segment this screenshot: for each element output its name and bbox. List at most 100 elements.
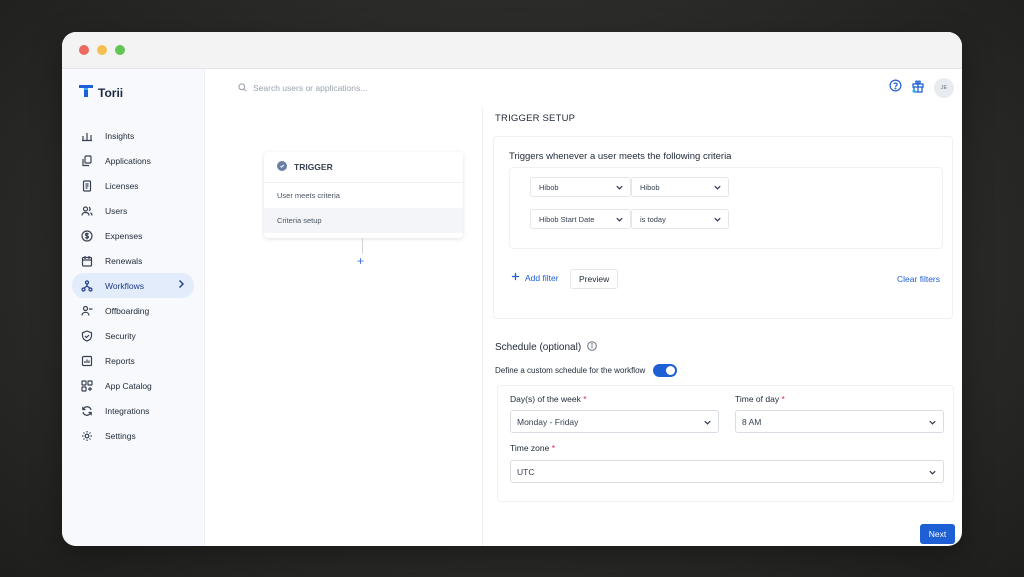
- sidebar-item-security[interactable]: Security: [72, 323, 194, 348]
- help-icon[interactable]: [889, 79, 902, 97]
- select-value: Hibob Start Date: [539, 214, 595, 224]
- days-label: Day(s) of the week *: [510, 394, 587, 404]
- clear-filters-link[interactable]: Clear filters: [897, 274, 940, 284]
- top-bar: Search users or applications... JE: [205, 69, 962, 107]
- plus-icon: [511, 272, 520, 283]
- sidebar-item-integrations[interactable]: Integrations: [72, 398, 194, 423]
- days-select[interactable]: Monday - Friday: [510, 410, 719, 433]
- time-label: Time of day *: [735, 394, 785, 404]
- sidebar-item-expenses[interactable]: Expenses: [72, 223, 194, 248]
- sidebar-item-label: Renewals: [105, 255, 143, 266]
- add-filter-button[interactable]: Add filter: [511, 272, 559, 283]
- sidebar-item-applications[interactable]: Applications: [72, 148, 194, 173]
- avatar[interactable]: JE: [934, 78, 954, 98]
- timezone-label: Time zone *: [510, 443, 555, 453]
- refresh-icon: [80, 404, 94, 418]
- user-minus-icon: [80, 304, 94, 318]
- chevron-right-icon: [177, 279, 185, 291]
- logo[interactable]: Torii: [62, 83, 204, 103]
- schedule-title-text: Schedule (optional): [495, 342, 582, 353]
- filter-list: Hibob Hibob Hibob Start Date is today: [509, 167, 943, 249]
- next-button[interactable]: Next: [920, 524, 955, 544]
- schedule-box: Day(s) of the week * Monday - Friday Tim…: [497, 385, 954, 502]
- timezone-label-text: Time zone: [510, 443, 550, 453]
- sidebar-item-label: Licenses: [105, 180, 139, 191]
- sidebar: Torii Insights Applications Licenses Use…: [62, 69, 205, 546]
- add-step-icon[interactable]: +: [357, 254, 364, 268]
- sidebar-item-label: App Catalog: [105, 380, 152, 391]
- required-mark: *: [781, 394, 785, 404]
- copy-icon: [80, 154, 94, 168]
- trigger-step-criteria-setup[interactable]: Criteria setup: [264, 208, 463, 233]
- workflow-canvas: TRIGGER User meets criteria Criteria set…: [205, 107, 482, 546]
- preview-button[interactable]: Preview: [570, 269, 619, 289]
- filter-field-select[interactable]: Hibob: [530, 177, 631, 197]
- chevron-down-icon: [703, 418, 712, 429]
- trigger-title: TRIGGER: [294, 162, 333, 172]
- chevron-down-icon: [928, 418, 937, 429]
- users-icon: [80, 204, 94, 218]
- sidebar-item-label: Settings: [105, 430, 136, 441]
- filter-value-select[interactable]: Hibob: [631, 177, 729, 197]
- search-input[interactable]: Search users or applications...: [253, 83, 367, 93]
- trigger-header: TRIGGER: [264, 152, 463, 183]
- custom-schedule-toggle[interactable]: [653, 364, 678, 377]
- grid-plus-icon: [80, 379, 94, 393]
- sidebar-item-label: Insights: [105, 130, 135, 141]
- brand-name: Torii: [98, 86, 124, 100]
- sidebar-item-app-catalog[interactable]: App Catalog: [72, 373, 194, 398]
- trigger-icon: [277, 158, 287, 176]
- criteria-box: Triggers whenever a user meets the follo…: [493, 136, 953, 319]
- chevron-down-icon: [928, 468, 937, 479]
- sidebar-item-reports[interactable]: Reports: [72, 348, 194, 373]
- torii-logo-icon: [78, 84, 94, 103]
- sidebar-item-workflows[interactable]: Workflows: [72, 273, 194, 298]
- sidebar-item-settings[interactable]: Settings: [72, 423, 194, 448]
- select-value: Hibob: [640, 182, 660, 192]
- sidebar-item-insights[interactable]: Insights: [72, 123, 194, 148]
- days-label-text: Day(s) of the week: [510, 394, 581, 404]
- calendar-icon: [80, 254, 94, 268]
- maximize-window-button[interactable]: [115, 45, 125, 55]
- custom-schedule-row: Define a custom schedule for the workflo…: [495, 364, 678, 377]
- filter-field-select[interactable]: Hibob Start Date: [530, 209, 631, 229]
- search-bar[interactable]: Search users or applications...: [238, 82, 367, 94]
- workflow-icon: [80, 279, 94, 293]
- top-icons: JE: [889, 78, 954, 98]
- sidebar-item-offboarding[interactable]: Offboarding: [72, 298, 194, 323]
- time-label-text: Time of day: [735, 394, 780, 404]
- info-icon[interactable]: [587, 341, 597, 354]
- select-value: Hibob: [539, 182, 559, 192]
- gear-icon: [80, 429, 94, 443]
- criteria-title: Triggers whenever a user meets the follo…: [509, 151, 732, 162]
- sidebar-item-renewals[interactable]: Renewals: [72, 248, 194, 273]
- required-mark: *: [551, 443, 556, 453]
- trigger-card[interactable]: TRIGGER User meets criteria Criteria set…: [264, 152, 463, 238]
- bar-chart-icon: [80, 129, 94, 143]
- sidebar-item-label: Security: [105, 330, 136, 341]
- gift-icon[interactable]: [911, 79, 925, 98]
- trigger-step-user-meets-criteria[interactable]: User meets criteria: [264, 183, 463, 208]
- custom-schedule-label: Define a custom schedule for the workflo…: [495, 366, 646, 375]
- dollar-icon: [80, 229, 94, 243]
- add-filter-label: Add filter: [525, 272, 559, 283]
- app-window: Torii Insights Applications Licenses Use…: [62, 32, 962, 546]
- sidebar-item-label: Workflows: [105, 280, 145, 291]
- minimize-window-button[interactable]: [97, 45, 107, 55]
- select-value: is today: [640, 214, 666, 224]
- timezone-select[interactable]: UTC: [510, 460, 944, 483]
- document-icon: [80, 179, 94, 193]
- sidebar-item-licenses[interactable]: Licenses: [72, 173, 194, 198]
- chevron-down-icon: [615, 183, 624, 194]
- schedule-title: Schedule (optional): [495, 341, 597, 354]
- app-body: Torii Insights Applications Licenses Use…: [62, 69, 962, 546]
- filter-operator-select[interactable]: is today: [631, 209, 729, 229]
- sidebar-item-users[interactable]: Users: [72, 198, 194, 223]
- close-window-button[interactable]: [79, 45, 89, 55]
- select-value: UTC: [517, 466, 535, 477]
- sidebar-item-label: Reports: [105, 355, 135, 366]
- chevron-down-icon: [615, 215, 624, 226]
- report-icon: [80, 354, 94, 368]
- panel-title: TRIGGER SETUP: [495, 113, 576, 124]
- time-select[interactable]: 8 AM: [735, 410, 944, 433]
